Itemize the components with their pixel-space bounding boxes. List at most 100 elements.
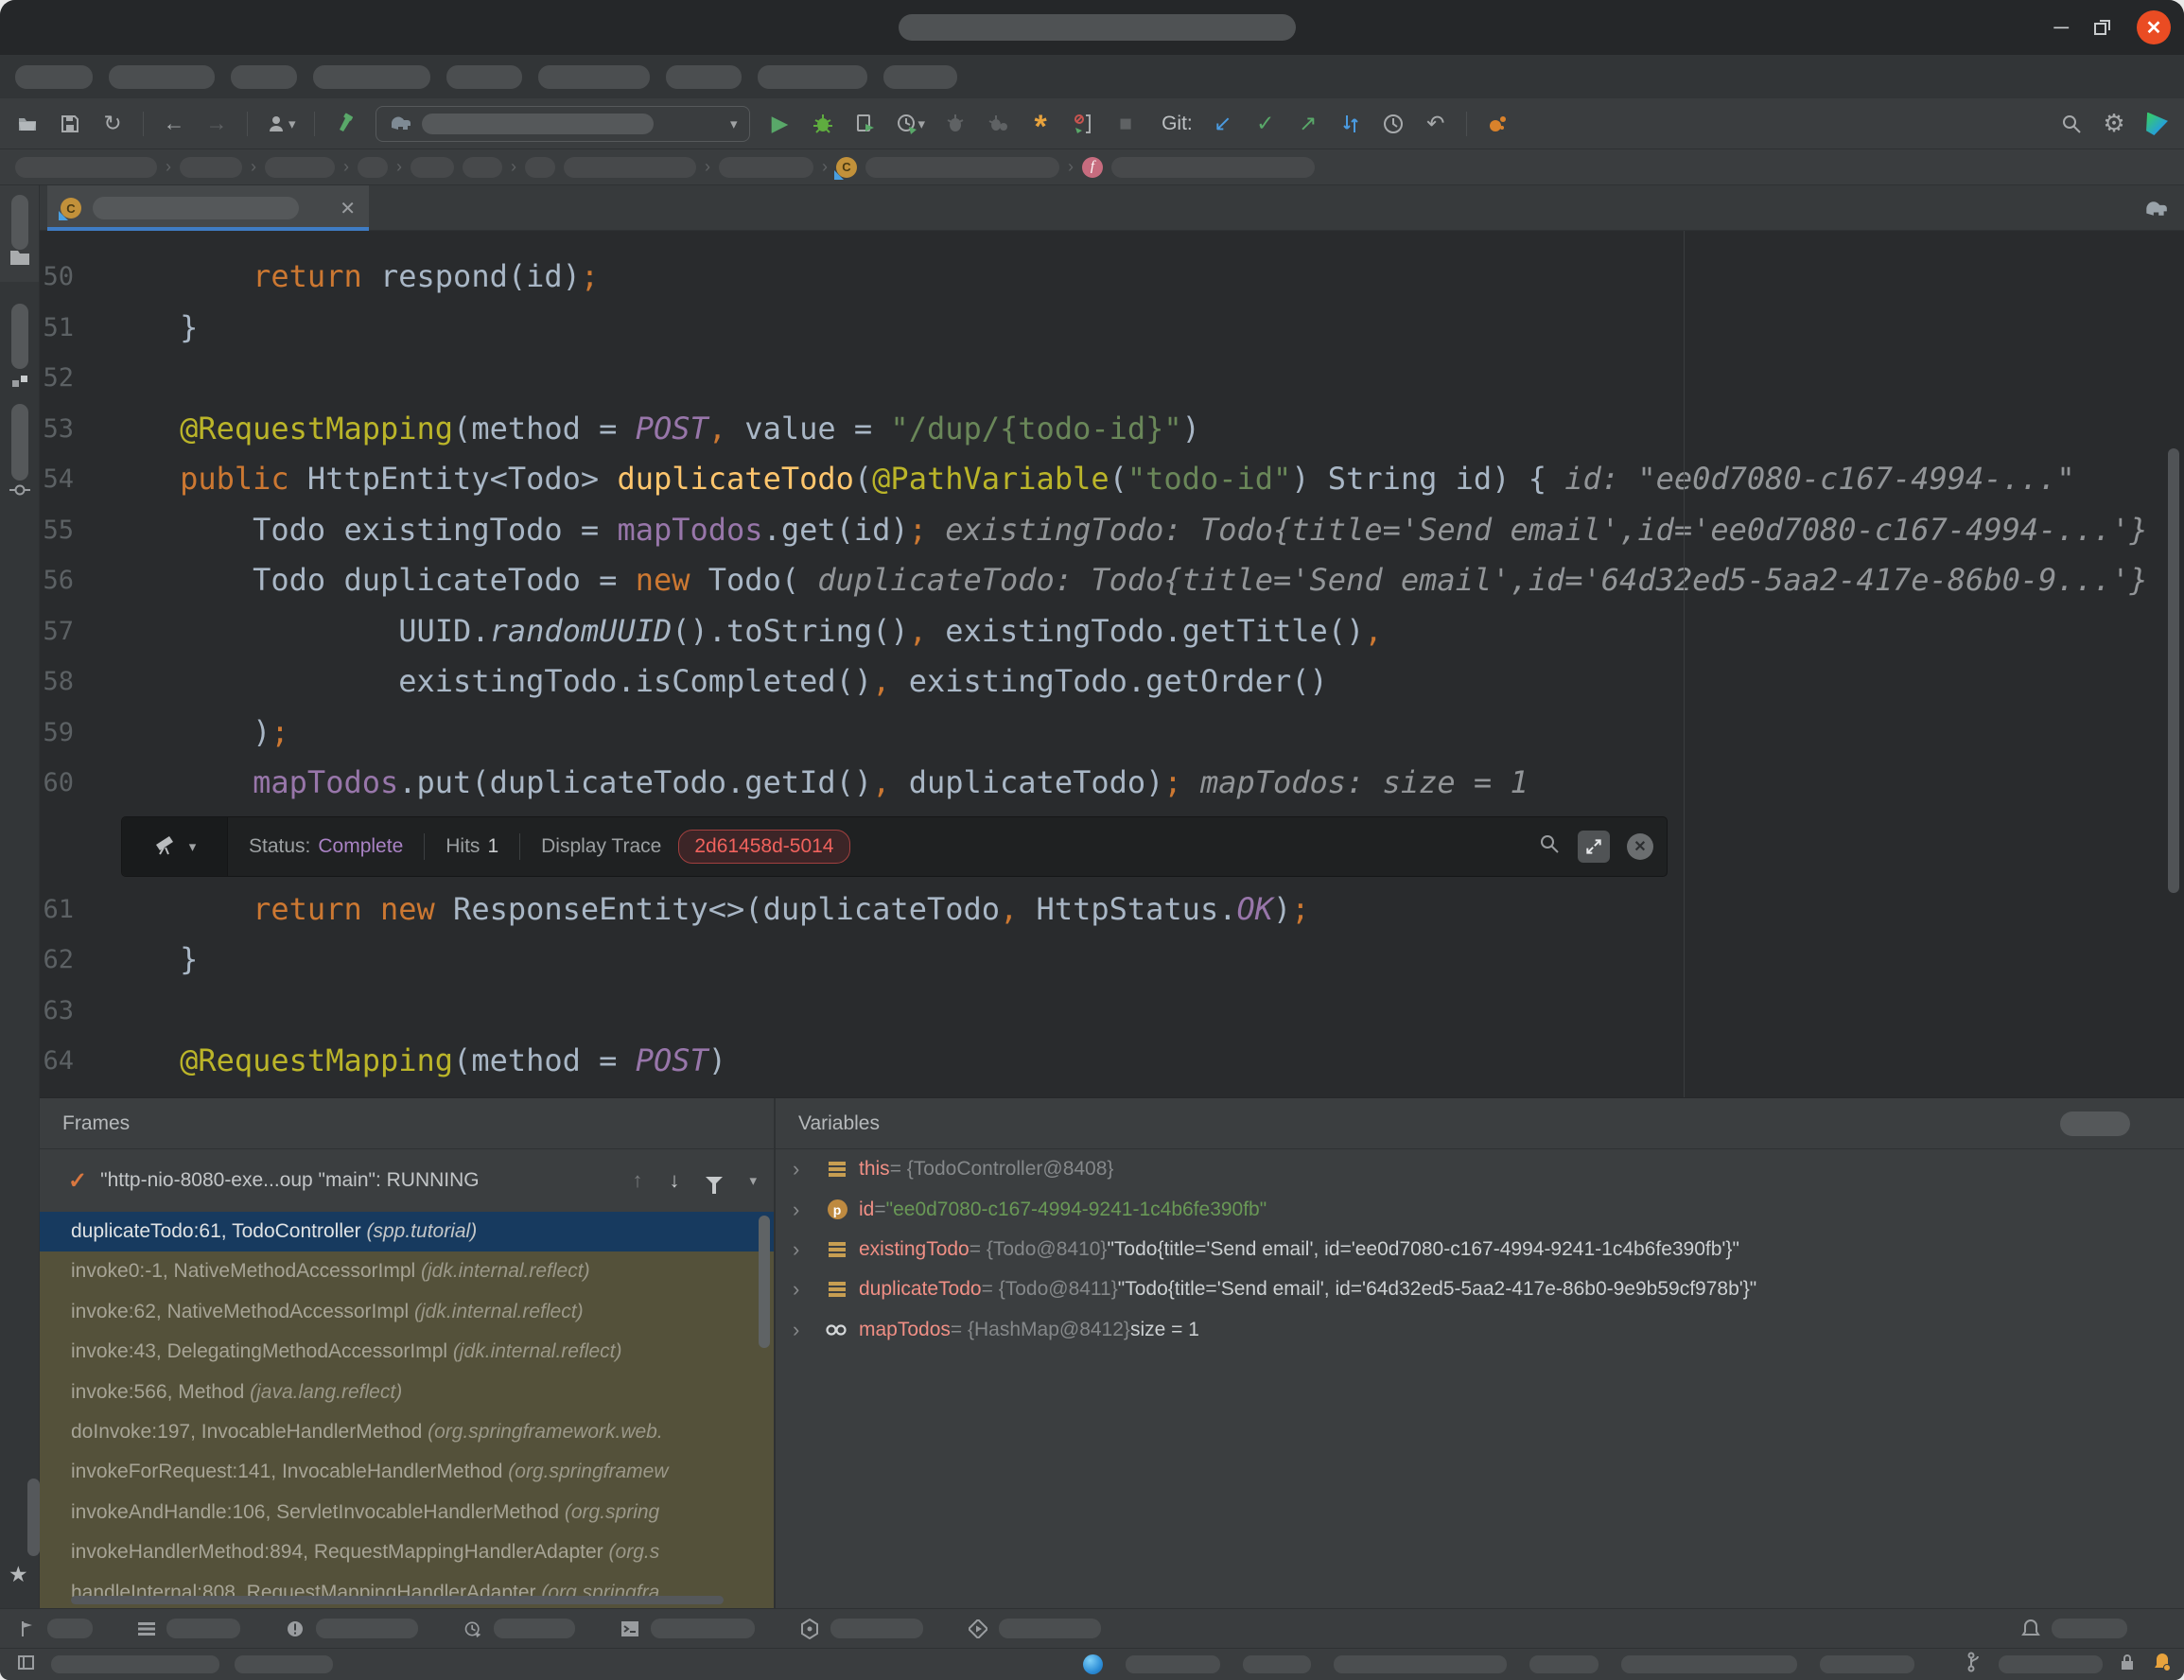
run-icon[interactable]: ▶	[768, 110, 793, 138]
breadcrumb-item-class[interactable]	[865, 157, 1059, 178]
toolwindow-button[interactable]	[11, 304, 28, 369]
editor-tab[interactable]: C ✕	[47, 185, 369, 231]
run-configuration-select[interactable]: ▾	[376, 106, 750, 142]
display-trace-label[interactable]: Display Trace	[541, 835, 661, 858]
status-item[interactable]	[1126, 1655, 1220, 1673]
code-line[interactable]: 61 return new ResponseEntity<>(duplicate…	[40, 884, 2184, 936]
frames-scrollbar-thumb[interactable]	[759, 1216, 770, 1348]
toolwindow-button[interactable]	[11, 195, 28, 250]
breadcrumb-item[interactable]	[15, 157, 157, 178]
variable-row[interactable]: ›mapTodos = {HashMap@8412} size = 1	[776, 1310, 2184, 1350]
line-number[interactable]: 52	[40, 353, 74, 404]
status-item[interactable]	[1243, 1655, 1311, 1673]
next-frame-icon[interactable]: ↓	[669, 1168, 679, 1193]
close-button[interactable]: ✕	[2137, 10, 2171, 44]
variable-row[interactable]: ›existingTodo = {Todo@8410} "Todo{title=…	[776, 1230, 2184, 1269]
toolwindow-problems[interactable]	[286, 1619, 418, 1638]
attach-debugger-icon[interactable]	[1071, 110, 1095, 138]
frame-row[interactable]: invokeForRequest:141, InvocableHandlerMe…	[40, 1452, 774, 1492]
notification-bell-icon[interactable]	[2152, 1652, 2173, 1678]
line-number[interactable]: 64	[40, 1036, 74, 1087]
close-trace-icon[interactable]: ✕	[1627, 833, 1653, 860]
ide-plugin-logo-icon[interactable]	[2144, 112, 2169, 136]
frame-row[interactable]: invoke:62, NativeMethodAccessorImpl (jdk…	[40, 1292, 774, 1332]
frame-row[interactable]: invoke0:-1, NativeMethodAccessorImpl (jd…	[40, 1251, 774, 1291]
line-number[interactable]: 59	[40, 708, 74, 759]
gradle-elephant-icon[interactable]	[2142, 195, 2169, 222]
favorites-star-icon[interactable]: ★	[9, 1562, 28, 1587]
menu-item[interactable]	[446, 65, 522, 89]
previous-frame-icon[interactable]: ↑	[632, 1168, 642, 1193]
status-item[interactable]	[1529, 1655, 1599, 1673]
line-number[interactable]: 51	[40, 303, 74, 354]
save-icon[interactable]	[58, 110, 82, 138]
trace-mode-selector[interactable]: ▾	[122, 817, 228, 876]
chevron-down-icon[interactable]: ▾	[749, 1172, 757, 1189]
toolwindow-debug[interactable]	[19, 1619, 93, 1638]
breadcrumb-item[interactable]	[180, 157, 242, 178]
expand-icon[interactable]	[1578, 831, 1610, 863]
lock-icon[interactable]	[2120, 1653, 2135, 1677]
code-line[interactable]: 62 }	[40, 935, 2184, 986]
debug-icon[interactable]	[811, 110, 835, 138]
menu-item[interactable]	[758, 65, 867, 89]
code-line[interactable]: 60 mapTodos.put(duplicateTodo.getId(), d…	[40, 758, 2184, 809]
rollback-icon[interactable]: ↶	[1424, 110, 1448, 138]
breadcrumb-item-method[interactable]	[1111, 157, 1315, 178]
chevron-right-icon[interactable]: ›	[793, 1318, 821, 1342]
breadcrumb-item[interactable]	[719, 157, 813, 178]
line-number[interactable]: 55	[40, 505, 74, 556]
commit-target-icon[interactable]	[9, 481, 31, 504]
code-line[interactable]: 64 @RequestMapping(method = POST)	[40, 1036, 2184, 1087]
line-number[interactable]: 61	[40, 884, 74, 936]
search-icon[interactable]	[1538, 832, 1561, 861]
code-line[interactable]: 50 return respond(id);	[40, 252, 2184, 303]
menu-item[interactable]	[15, 65, 93, 89]
breadcrumb-item[interactable]	[564, 157, 696, 178]
trace-id-badge[interactable]: 2d61458d-5014	[678, 830, 849, 864]
editor-scrollbar-thumb[interactable]	[2168, 448, 2179, 893]
line-number[interactable]: 58	[40, 656, 74, 708]
project-folder-icon[interactable]	[9, 248, 31, 271]
filter-funnel-icon[interactable]	[706, 1177, 723, 1185]
search-everywhere-icon[interactable]	[2059, 110, 2084, 138]
layout-icon[interactable]	[17, 1653, 36, 1677]
code-line[interactable]: 53 @RequestMapping(method = POST, value …	[40, 404, 2184, 455]
frame-row[interactable]: invokeAndHandle:106, ServletInvocableHan…	[40, 1493, 774, 1532]
titlebar[interactable]: ─ ✕	[0, 0, 2184, 55]
git-push-icon[interactable]: ↗	[1296, 110, 1320, 138]
toolwindow-services[interactable]	[969, 1619, 1101, 1638]
code-line[interactable]: 54 public HttpEntity<Todo> duplicateTodo…	[40, 454, 2184, 505]
toolwindow-terminal[interactable]	[620, 1619, 755, 1638]
sync-icon[interactable]: ↻	[100, 110, 125, 138]
chevron-right-icon[interactable]: ›	[793, 1157, 821, 1181]
line-number[interactable]: 63	[40, 986, 74, 1037]
minimize-button[interactable]: ─	[2053, 17, 2069, 38]
code-line[interactable]: 55 Todo existingTodo = mapTodos.get(id);…	[40, 505, 2184, 556]
breadcrumb-item[interactable]	[525, 157, 555, 178]
chevron-right-icon[interactable]: ›	[793, 1277, 821, 1302]
variables-panel-control-redacted[interactable]	[2060, 1111, 2130, 1136]
back-icon[interactable]: ←	[162, 110, 186, 138]
strip-scrollbar-thumb[interactable]	[27, 1479, 40, 1556]
breadcrumb-item[interactable]	[463, 157, 502, 178]
toolwindow-todo[interactable]	[138, 1619, 240, 1638]
menu-item[interactable]	[109, 65, 215, 89]
menu-item[interactable]	[231, 65, 297, 89]
frames-hscrollbar-thumb[interactable]	[71, 1596, 724, 1604]
chevron-right-icon[interactable]: ›	[793, 1198, 821, 1222]
variable-row[interactable]: ›duplicateTodo = {Todo@8411} "Todo{title…	[776, 1269, 2184, 1309]
build-hammer-icon[interactable]	[333, 110, 358, 138]
git-fetch-icon[interactable]	[1338, 110, 1363, 138]
run-with-coverage-icon[interactable]	[853, 110, 878, 138]
status-item[interactable]	[1820, 1655, 1914, 1673]
status-item[interactable]	[235, 1655, 333, 1673]
user-profile-icon[interactable]: ▾	[266, 110, 296, 138]
line-number[interactable]: 56	[40, 555, 74, 606]
git-commit-icon[interactable]: ✓	[1253, 110, 1278, 138]
frame-row[interactable]: duplicateTodo:61, TodoController (spp.tu…	[40, 1212, 774, 1251]
frame-row[interactable]: invoke:566, Method (java.lang.reflect)	[40, 1373, 774, 1412]
line-number[interactable]: 54	[40, 454, 74, 505]
code-line[interactable]: 51 }	[40, 303, 2184, 354]
code-line[interactable]: 59 );	[40, 708, 2184, 759]
